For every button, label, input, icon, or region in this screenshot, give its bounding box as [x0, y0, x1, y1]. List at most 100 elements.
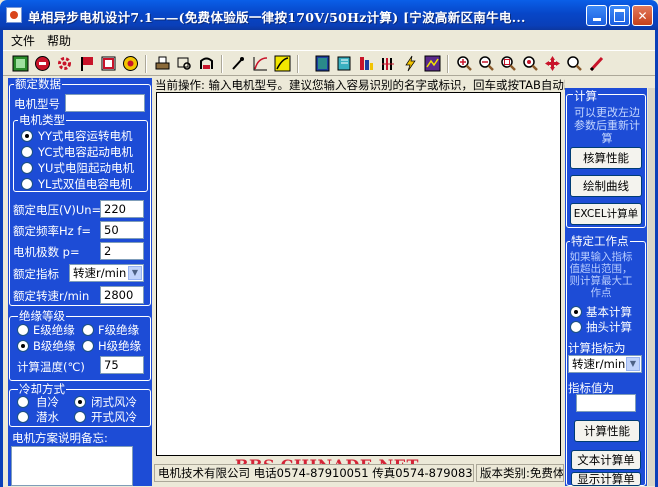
type-label-yl: YL式双值电容电机: [38, 177, 132, 191]
voltage-input[interactable]: 220: [100, 200, 144, 218]
chart-icon[interactable]: [273, 54, 292, 73]
right-action-panel: 计算 可以更改左边参数后重新计算 核算性能 绘制曲线 EXCEL计算单 特定工作…: [565, 88, 647, 486]
draw-curve-button[interactable]: 绘制曲线: [570, 175, 642, 197]
chevron-down-icon[interactable]: ▼: [128, 266, 142, 280]
notes-textarea[interactable]: [11, 446, 133, 486]
scope-icon[interactable]: [423, 54, 442, 73]
model-input[interactable]: [65, 94, 145, 112]
special-point-legend: 特定工作点: [570, 234, 630, 248]
special-point-hint: 如果输入指标值超出范围，则计算最大工作点: [569, 251, 633, 299]
edit-icon[interactable]: [587, 54, 606, 73]
menu-file[interactable]: 文件: [11, 32, 35, 49]
cooling-radio-open-fan[interactable]: [74, 411, 86, 423]
type-label-yc: YC式电容起动电机: [38, 145, 133, 159]
save-icon[interactable]: [99, 54, 118, 73]
title-bar[interactable]: 单相异步电机设计7.1——(免费体验版一律按170V/50Hz计算) [宁波高新…: [0, 0, 658, 30]
text-sheet-button[interactable]: 文本计算单: [571, 450, 641, 470]
app-icon[interactable]: [6, 7, 22, 23]
chevron-down-icon[interactable]: ▼: [626, 357, 640, 371]
maximize-button[interactable]: [609, 5, 630, 26]
calc-temp-label: 计算温度(℃): [17, 360, 85, 374]
voltage-label: 额定电压(V)Un=: [13, 203, 102, 217]
poles-input[interactable]: 2: [100, 242, 144, 260]
pen-icon[interactable]: [229, 54, 248, 73]
menu-help[interactable]: 帮助: [47, 32, 71, 49]
insulation-radio-b[interactable]: [17, 340, 29, 352]
notes-label: 电机方案说明备忘:: [12, 431, 108, 445]
excel-sheet-button[interactable]: EXCEL计算单: [570, 203, 642, 225]
drawing-canvas[interactable]: [156, 92, 561, 456]
insulation-radio-h[interactable]: [82, 340, 94, 352]
zoom-fit-icon[interactable]: [499, 54, 518, 73]
company-info: 电机技术有限公司 电话0574-87910051 传真0574-87908395: [154, 464, 474, 482]
menu-bar: 文件 帮助: [0, 30, 658, 50]
motor-type-legend: 电机类型: [18, 113, 66, 127]
table-icon[interactable]: [313, 54, 332, 73]
zoom-window-icon[interactable]: [175, 54, 194, 73]
rated-index-value: 转速r/min: [73, 266, 127, 280]
curve-icon[interactable]: [251, 54, 270, 73]
rated-speed-input[interactable]: 2800: [100, 286, 144, 304]
book-icon[interactable]: [335, 54, 354, 73]
index-value-input[interactable]: [576, 394, 636, 412]
cooling-radio-closed-fan[interactable]: [74, 396, 86, 408]
calc-performance-button[interactable]: 计算性能: [574, 420, 640, 442]
insulation-radio-f[interactable]: [82, 324, 94, 336]
graph-icon[interactable]: [401, 54, 420, 73]
frequency-input[interactable]: 50: [100, 221, 144, 239]
calc-temp-input[interactable]: 75: [100, 356, 144, 374]
type-label-yy: YY式电容运转电机: [38, 129, 133, 143]
cooling-label-closed-fan: 闭式风冷: [91, 395, 137, 409]
rated-index-label: 额定指标: [13, 267, 59, 281]
version-info: 版本类别:免费体: [476, 464, 564, 482]
export-icon[interactable]: [197, 54, 216, 73]
insulation-label-f: F级绝缘: [98, 323, 140, 337]
type-radio-yc[interactable]: [21, 146, 33, 158]
move-icon[interactable]: [543, 54, 562, 73]
tap-calc-radio[interactable]: [570, 321, 582, 333]
calc-hint: 可以更改左边参数后重新计算: [574, 106, 640, 145]
show-sheet-button[interactable]: 显示计算单: [571, 472, 641, 486]
type-radio-yy[interactable]: [21, 130, 33, 142]
zoom-in-icon[interactable]: [455, 54, 474, 73]
close-button[interactable]: ✕: [632, 5, 653, 26]
type-label-yu: YU式电阻起动电机: [38, 161, 134, 175]
print-icon[interactable]: [153, 54, 172, 73]
lightning-icon[interactable]: [379, 54, 398, 73]
rated-index-select[interactable]: 转速r/min ▼: [69, 264, 144, 282]
cooling-radio-submersible[interactable]: [17, 411, 29, 423]
gear-icon[interactable]: [55, 54, 74, 73]
vertical-scrollbar[interactable]: [648, 88, 655, 486]
search-icon[interactable]: [565, 54, 584, 73]
calc-index-label: 计算指标为: [568, 341, 626, 355]
minimize-button[interactable]: [586, 5, 607, 26]
zoom-box-icon[interactable]: [521, 54, 540, 73]
poles-label: 电机极数 p=: [13, 245, 80, 259]
type-radio-yu[interactable]: [21, 162, 33, 174]
insulation-label-h: H级绝缘: [98, 339, 142, 353]
calc-index-value: 转速r/min: [572, 357, 626, 371]
rated-data-legend: 额定数据: [14, 77, 62, 91]
wave-icon[interactable]: [357, 54, 376, 73]
tap-calc-label: 抽头计算: [586, 320, 632, 334]
cooling-label-open-fan: 开式风冷: [91, 410, 137, 424]
stop-icon[interactable]: [33, 54, 52, 73]
zoom-out-icon[interactable]: [477, 54, 496, 73]
insulation-label-e: E级绝缘: [33, 323, 75, 337]
rated-speed-label: 额定转速r/min: [13, 289, 90, 303]
model-label: 电机型号: [14, 97, 60, 111]
settings-icon[interactable]: [121, 54, 140, 73]
insulation-radio-e[interactable]: [17, 324, 29, 336]
basic-calc-radio[interactable]: [570, 306, 582, 318]
window-frame-left: [0, 50, 3, 487]
insulation-legend: 绝缘等级: [18, 309, 66, 323]
cooling-radio-self[interactable]: [17, 396, 29, 408]
type-radio-yl[interactable]: [21, 178, 33, 190]
window-title: 单相异步电机设计7.1——(免费体验版一律按170V/50Hz计算) [宁波高新…: [28, 10, 526, 25]
flag-icon[interactable]: [77, 54, 96, 73]
check-performance-button[interactable]: 核算性能: [570, 147, 642, 169]
insulation-label-b: B级绝缘: [33, 339, 76, 353]
left-parameter-panel: 额定数据 电机型号 电机类型 YY式电容运转电机 YC式电容起动电机 YU式电阻…: [8, 78, 152, 486]
calc-icon[interactable]: [11, 54, 30, 73]
calc-index-select[interactable]: 转速r/min ▼: [568, 355, 642, 373]
